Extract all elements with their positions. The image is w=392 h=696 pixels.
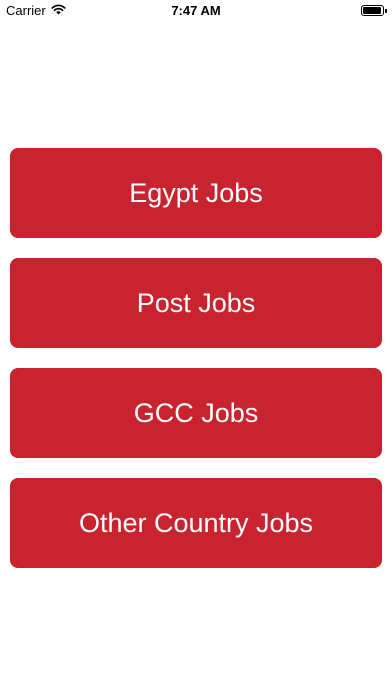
status-time: 7:47 AM bbox=[171, 3, 221, 18]
job-category-menu: Egypt Jobs Post Jobs GCC Jobs Other Coun… bbox=[10, 148, 382, 588]
gcc-jobs-button[interactable]: GCC Jobs bbox=[10, 368, 382, 458]
battery-icon bbox=[361, 5, 387, 16]
other-country-jobs-button[interactable]: Other Country Jobs bbox=[10, 478, 382, 568]
post-jobs-button[interactable]: Post Jobs bbox=[10, 258, 382, 348]
status-right bbox=[361, 5, 387, 16]
egypt-jobs-button[interactable]: Egypt Jobs bbox=[10, 148, 382, 238]
status-bar: Carrier 7:47 AM bbox=[0, 0, 392, 22]
battery-fill bbox=[363, 7, 381, 14]
